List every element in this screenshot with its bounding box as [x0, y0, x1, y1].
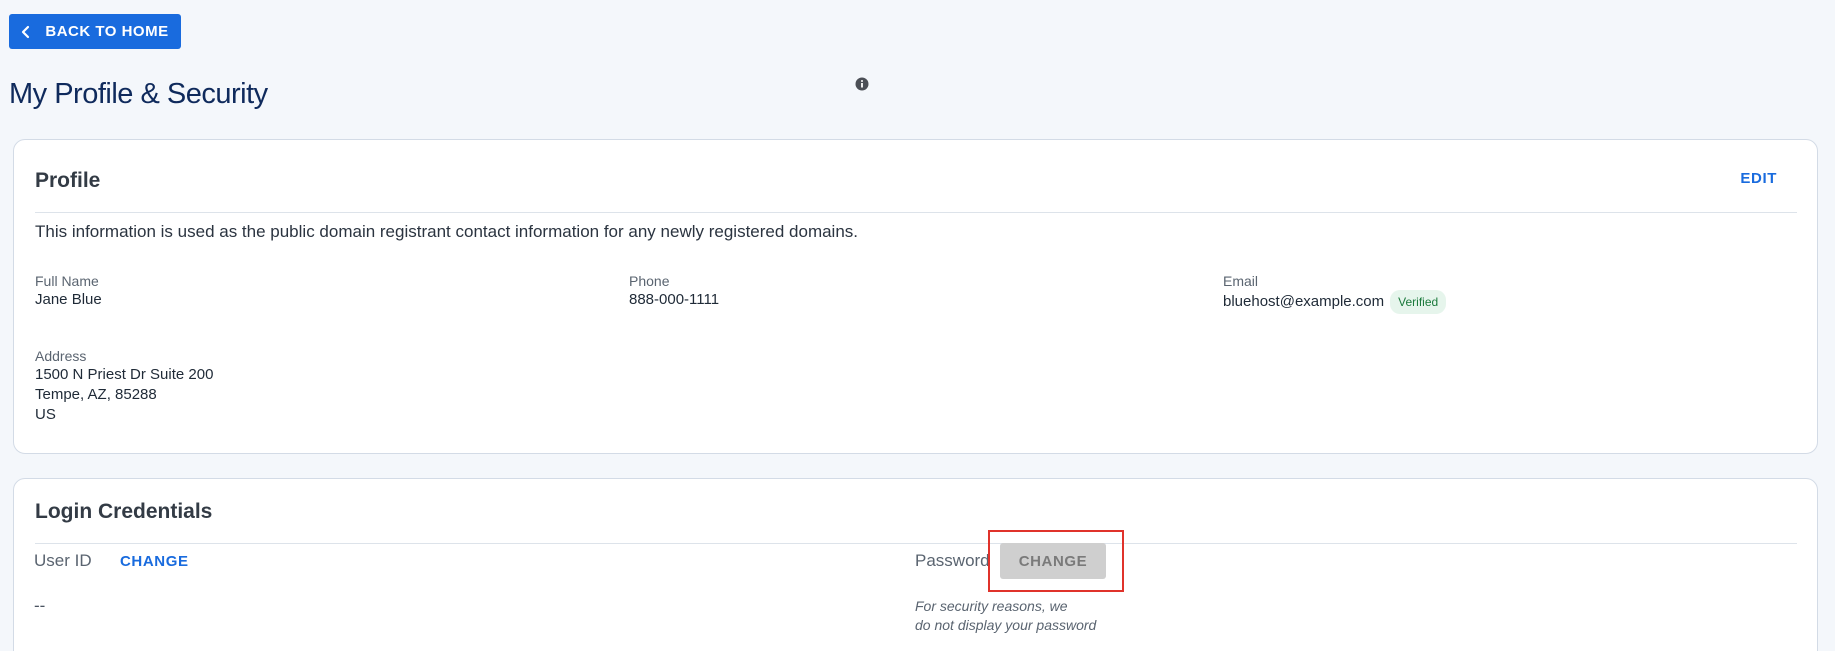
address-label: Address: [35, 348, 87, 364]
login-credentials-title: Login Credentials: [35, 500, 213, 523]
password-note-line2: do not display your password: [915, 617, 1097, 633]
back-to-home-label: BACK TO HOME: [45, 23, 169, 40]
login-divider: [35, 543, 1797, 544]
email-value: bluehost@example.com: [1223, 292, 1385, 310]
full-name-value: Jane Blue: [35, 291, 102, 308]
page-title: My Profile & Security: [9, 78, 268, 110]
address-field: Address 1500 N Priest Dr Suite 200 Tempe…: [35, 347, 213, 425]
email-value-row: bluehost@example.com Verified: [1223, 290, 1447, 314]
change-password-button[interactable]: CHANGE: [1000, 543, 1106, 579]
profile-card: Profile EDIT This information is used as…: [13, 139, 1818, 454]
profile-divider: [35, 212, 1797, 213]
user-id-label: User ID: [34, 551, 92, 570]
profile-title: Profile: [35, 169, 101, 192]
password-note: For security reasons, we do not display …: [915, 597, 1135, 635]
phone-field: Phone 888-000-1111: [629, 272, 719, 310]
full-name-label: Full Name: [35, 273, 99, 289]
email-field: Email bluehost@example.com Verified: [1223, 272, 1447, 314]
password-label: Password: [915, 551, 990, 570]
address-line1: 1500 N Priest Dr Suite 200: [35, 366, 214, 383]
profile-description: This information is used as the public d…: [35, 222, 859, 241]
info-icon[interactable]: [855, 77, 869, 91]
edit-profile-button[interactable]: EDIT: [1740, 170, 1777, 187]
chevron-left-icon: [21, 25, 33, 39]
address-line2: Tempe, AZ, 85288: [35, 386, 157, 403]
back-to-home-button[interactable]: BACK TO HOME: [9, 14, 181, 49]
phone-value: 888-000-1111: [629, 291, 720, 308]
change-user-id-button[interactable]: CHANGE: [120, 553, 189, 570]
address-line3: US: [35, 406, 56, 423]
verified-badge: Verified: [1390, 290, 1447, 314]
password-note-line1: For security reasons, we: [915, 598, 1068, 614]
email-label: Email: [1223, 273, 1259, 289]
full-name-field: Full Name Jane Blue: [35, 272, 102, 310]
phone-label: Phone: [629, 273, 670, 289]
user-id-value: --: [34, 596, 46, 615]
